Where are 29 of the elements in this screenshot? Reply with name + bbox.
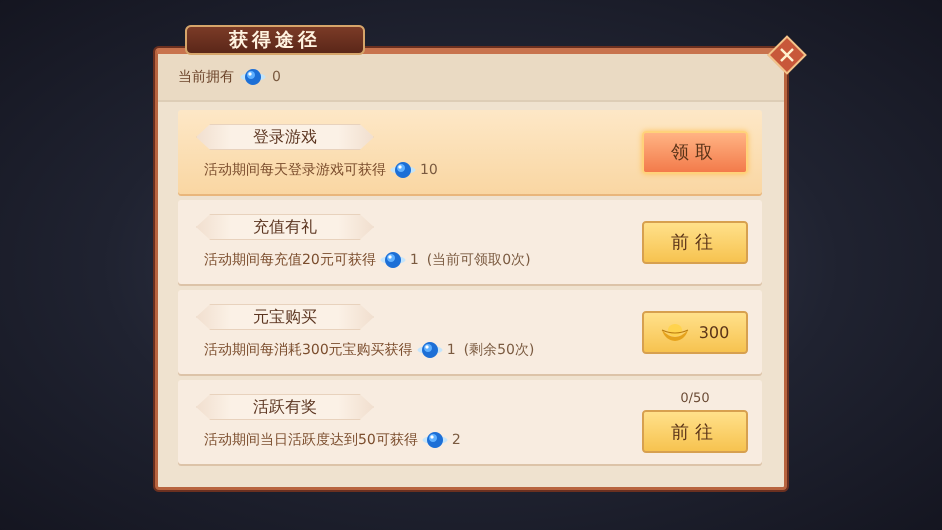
- close-icon: [778, 46, 796, 64]
- activity-title: 充值有礼: [196, 214, 374, 240]
- activity-description: 活动期间每天登录游戏可获得: [204, 161, 386, 179]
- owned-amount: 0: [272, 69, 281, 85]
- reward-amount: 2: [452, 432, 461, 448]
- activity-title: 登录游戏: [196, 124, 374, 150]
- reward-amount: 1: [446, 342, 456, 358]
- orb-icon: [240, 67, 266, 87]
- go-button[interactable]: 前往: [642, 220, 748, 264]
- activity-title: 活跃有奖: [196, 394, 374, 420]
- orb-icon: [390, 160, 416, 180]
- orb-icon: [380, 250, 406, 270]
- go-button[interactable]: 前往: [642, 410, 748, 453]
- reward-amount: 10: [420, 162, 438, 178]
- claim-button[interactable]: 领取: [642, 130, 748, 174]
- orb-icon: [422, 430, 448, 450]
- activity-description: 活动期间每消耗300元宝购买获得: [204, 341, 413, 359]
- reward-note: (剩余50次): [464, 341, 534, 359]
- activity-description: 活动期间每充值20元可获得: [204, 251, 376, 269]
- activity-description: 活动期间当日活跃度达到50可获得: [204, 431, 418, 449]
- orb-icon: [416, 340, 443, 360]
- activity-title: 元宝购买: [196, 304, 374, 330]
- buy-button[interactable]: 300: [642, 310, 748, 354]
- ingot-icon: [660, 322, 689, 342]
- reward-amount: 1: [410, 252, 419, 268]
- window-title: 获得途径: [185, 25, 365, 55]
- owned-label: 当前拥有: [178, 68, 234, 86]
- reward-note: (当前可领取0次): [426, 251, 531, 269]
- progress-count: 0/50: [680, 391, 710, 406]
